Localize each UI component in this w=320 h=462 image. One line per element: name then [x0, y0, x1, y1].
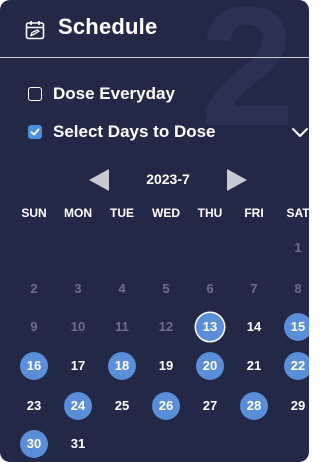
- select-days-label: Select Days to Dose: [53, 122, 216, 141]
- calendar-day-9: 9: [30, 319, 38, 334]
- calendar-day-3: 3: [74, 281, 82, 296]
- calendar-day-1: 1: [294, 240, 302, 255]
- calendar-day-27[interactable]: 27: [196, 392, 224, 420]
- calendar-day-13[interactable]: 13: [196, 313, 224, 341]
- calendar-day-26[interactable]: 26: [152, 392, 180, 420]
- dose-everyday-checkbox[interactable]: [28, 87, 42, 101]
- calendar-day-6: 6: [206, 281, 214, 296]
- month-navigator: 2023-7: [0, 166, 309, 194]
- weekday-fri: FRI: [244, 206, 264, 220]
- calendar-day-2: 2: [30, 281, 38, 296]
- weekday-mon: MON: [64, 206, 92, 220]
- weekday-tue: TUE: [110, 206, 134, 220]
- calendar-day-7: 7: [250, 281, 258, 296]
- next-month-icon[interactable]: [224, 168, 248, 192]
- select-days-checkbox[interactable]: [28, 125, 42, 139]
- calendar-day-15[interactable]: 15: [284, 313, 309, 341]
- weekday-sun: SUN: [21, 206, 47, 220]
- calendar-day-17[interactable]: 17: [64, 352, 92, 380]
- calendar-day-10: 10: [70, 319, 86, 334]
- prev-month-icon[interactable]: [88, 168, 112, 192]
- weekday-wed: WED: [152, 206, 180, 220]
- calendar-day-11: 11: [115, 319, 129, 334]
- calendar-day-4: 4: [118, 281, 126, 296]
- calendar-day-21[interactable]: 21: [240, 352, 268, 380]
- weekday-thu: THU: [197, 206, 223, 220]
- calendar-day-25[interactable]: 25: [108, 392, 136, 420]
- calendar-day-23[interactable]: 23: [20, 392, 48, 420]
- calendar-day-20[interactable]: 20: [196, 352, 224, 380]
- calendar-day-30[interactable]: 30: [20, 430, 48, 458]
- dose-everyday-option[interactable]: Dose Everyday: [0, 80, 309, 110]
- calendar-day-22[interactable]: 22: [284, 352, 309, 380]
- schedule-panel: 2 Schedule Dose Everyday Select Days to …: [0, 0, 309, 462]
- calendar-edit-icon: [25, 20, 45, 40]
- calendar-day-12: 12: [158, 319, 174, 334]
- calendar-day-14[interactable]: 14: [240, 313, 268, 341]
- page-title: Schedule: [58, 14, 158, 39]
- calendar-day-24[interactable]: 24: [64, 392, 92, 420]
- calendar-day-31[interactable]: 31: [64, 430, 92, 458]
- calendar-day-29[interactable]: 29: [284, 392, 309, 420]
- calendar-day-5: 5: [162, 281, 170, 296]
- month-label: 2023-7: [146, 171, 190, 187]
- calendar-day-8: 8: [294, 281, 302, 296]
- select-days-option[interactable]: Select Days to Dose: [0, 118, 309, 148]
- weekday-sat: SAT: [286, 206, 309, 220]
- header-divider: [0, 57, 309, 58]
- chevron-down-icon[interactable]: [290, 126, 309, 140]
- weekday-header-row: SUN MON TUE WED THU FRI SAT: [0, 206, 309, 226]
- calendar-day-18[interactable]: 18: [108, 352, 136, 380]
- calendar-day-19[interactable]: 19: [152, 352, 180, 380]
- calendar-day-16[interactable]: 16: [20, 352, 48, 380]
- dose-everyday-label: Dose Everyday: [53, 84, 175, 103]
- calendar-day-28[interactable]: 28: [240, 392, 268, 420]
- schedule-header: Schedule: [0, 0, 309, 58]
